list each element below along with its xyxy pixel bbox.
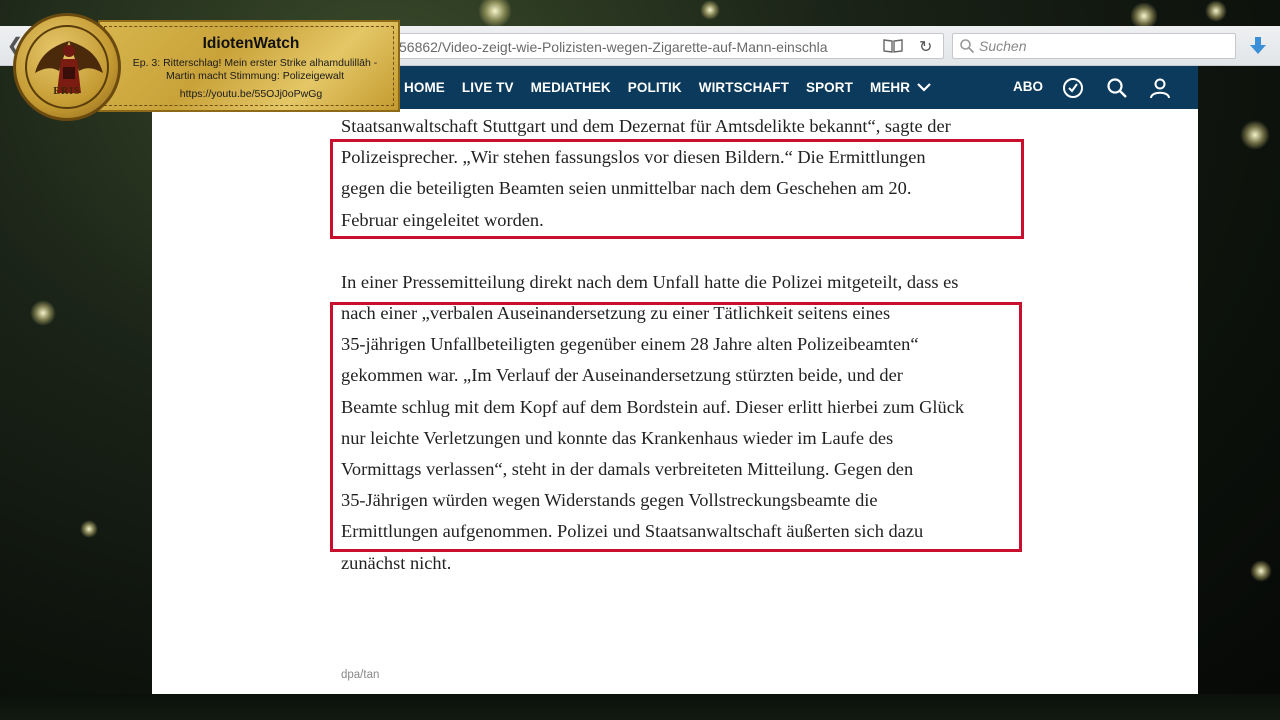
download-icon[interactable] [1246, 34, 1270, 58]
search-bar[interactable] [952, 33, 1236, 59]
banner-subtitle-line: Ep. 3: Ritterschlag! Mein erster Strike … [132, 57, 378, 69]
nav-item-live-tv[interactable]: LIVE TV [462, 80, 514, 95]
background-sparkle [1250, 560, 1272, 582]
highlight-box-press-release [330, 302, 1022, 552]
nav-item-politik[interactable]: POLITIK [628, 80, 682, 95]
channel-banner: IdiotenWatch Ep. 3: Ritterschlag! Mein e… [98, 20, 400, 112]
background-sparkle [1240, 120, 1270, 150]
nav-item-sport[interactable]: SPORT [806, 80, 853, 95]
background-sparkle [30, 300, 56, 326]
nav-links: HOME LIVE TV MEDIATHEK POLITIK WIRTSCHAF… [404, 66, 948, 109]
background-sparkle [700, 0, 720, 20]
abo-link[interactable]: ABO [1013, 79, 1043, 94]
bottom-background-band [0, 694, 1280, 720]
clock-check-icon[interactable] [1062, 77, 1084, 99]
reader-view-icon[interactable] [883, 38, 903, 54]
background-sparkle [80, 520, 98, 538]
eris-logo: ERIS [13, 13, 121, 121]
logo-text: ERIS [53, 86, 81, 97]
background-sparkle [1205, 0, 1227, 22]
search-input[interactable] [979, 37, 1229, 55]
search-icon[interactable] [1106, 77, 1128, 99]
nav-item-mediathek[interactable]: MEDIATHEK [531, 80, 611, 95]
address-bar[interactable]: 56862/Video-zeigt-wie-Polizisten-wegen-Z… [392, 33, 944, 59]
user-account-icon[interactable] [1149, 77, 1171, 99]
url-text[interactable]: 56862/Video-zeigt-wie-Polizisten-wegen-Z… [399, 39, 857, 55]
article-line: Staatsanwaltschaft Stuttgart und dem Dez… [341, 116, 951, 136]
article-credit: dpa/tan [341, 669, 380, 681]
chevron-down-icon [917, 83, 931, 92]
highlight-box-quote [330, 139, 1024, 239]
banner-link: https://youtu.be/55OJj0oPwGg [179, 88, 323, 100]
banner-title: IdiotenWatch [202, 35, 300, 52]
search-icon [960, 39, 975, 54]
reload-icon[interactable]: ↻ [919, 37, 932, 57]
banner-subtitle: Ep. 3: Ritterschlag! Mein erster Strike … [120, 57, 390, 82]
article-page: Staatsanwaltschaft Stuttgart und dem Dez… [152, 109, 1198, 694]
article-line: In einer Pressemitteilung direkt nach de… [341, 271, 959, 292]
banner-subtitle-line: Martin macht Stimmung: Polizeigewalt [166, 69, 344, 82]
nav-item-wirtschaft[interactable]: WIRTSCHAFT [699, 80, 789, 95]
nav-item-home[interactable]: HOME [404, 80, 445, 95]
article-line: zunächst nicht. [341, 552, 452, 573]
background-sparkle [478, 0, 512, 28]
nav-item-mehr-label: MEHR [869, 80, 911, 95]
nav-item-mehr[interactable]: MEHR [870, 80, 931, 95]
